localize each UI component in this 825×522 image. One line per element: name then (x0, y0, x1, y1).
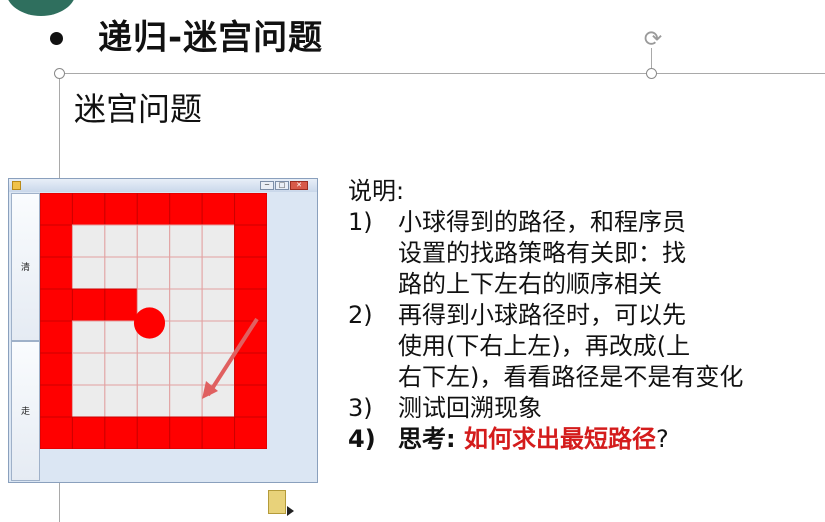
maze-wall-cell (169, 416, 203, 449)
maze-wall-cell (40, 320, 73, 354)
maze-wall-cell (234, 416, 267, 449)
maze-floor-cell (104, 320, 138, 354)
note-number: 4) (348, 425, 376, 453)
maze-app-window[interactable]: ─ □ ✕ 清 走 (8, 178, 318, 483)
walk-button[interactable]: 走 (11, 341, 40, 481)
maze-floor-cell (201, 320, 236, 354)
note-prefix: 思考: (398, 425, 464, 453)
note-line: 路的上下左右的顺序相关 (398, 270, 662, 298)
maze-wall-cell (40, 384, 73, 418)
maze-floor-cell (104, 352, 138, 386)
app-titlebar[interactable]: ─ □ ✕ (9, 179, 317, 192)
app-button-panel: 清 走 (11, 193, 40, 481)
maze-floor-cell (201, 256, 236, 290)
note-text: 再得到小球路径时，可以先 使用(下右上左)，再改成(上 右下左)，看看路径是不是… (398, 300, 743, 393)
note-text: 小球得到的路径，和程序员 设置的找路策略有关即：找 路的上下左右的顺序相关 (398, 207, 686, 300)
maze-wall-cell (71, 193, 106, 226)
note-line: 测试回溯现象 (398, 394, 542, 422)
maze-floor-cell (136, 256, 171, 290)
maze-wall-cell (234, 384, 267, 418)
selection-border-top (58, 73, 825, 74)
maze-wall-cell (71, 288, 106, 322)
java-app-icon (12, 181, 21, 190)
maze-wall-cell (234, 193, 267, 226)
maze-floor-cell (104, 224, 138, 258)
note-number: 1) (348, 208, 373, 236)
maze-wall-cell (71, 416, 106, 449)
maze-wall-cell (40, 352, 73, 386)
maze-wall-cell (234, 224, 267, 258)
maze-floor-cell (169, 320, 203, 354)
note-number: 2) (348, 301, 373, 329)
maze-wall-cell (234, 256, 267, 290)
maze-board (40, 193, 267, 449)
maze-floor-cell (71, 352, 106, 386)
notes-heading: 说明: (348, 177, 405, 205)
note-text: 思考: 如何求出最短路径? (398, 424, 669, 455)
maze-wall-cell (169, 193, 203, 226)
maze-floor-cell (136, 384, 171, 418)
maze-wall-cell (40, 256, 73, 290)
resize-handle-top-left[interactable] (54, 68, 65, 79)
maze-wall-cell (40, 288, 73, 322)
maze-wall-cell (40, 416, 73, 449)
note-highlight: 如何求出最短路径 (463, 425, 656, 453)
note-suffix: ? (655, 425, 669, 453)
maze-floor-cell (71, 256, 106, 290)
note-line: 思考: 如何求出最短路径? (398, 424, 669, 455)
slide-title[interactable]: 递归-迷宫问题 (98, 10, 323, 59)
maze-floor-cell (201, 224, 236, 258)
maze-wall-cell (136, 416, 171, 449)
maze-floor-cell (104, 384, 138, 418)
note-line: 右下左)，看看路径是不是有变化 (398, 363, 744, 391)
maze-floor-cell (104, 256, 138, 290)
maze-ball (133, 307, 166, 339)
maze-floor-cell (71, 384, 106, 418)
maze-floor-cell (169, 384, 203, 418)
note-line: 设置的找路策略有关即：找 (398, 239, 686, 267)
maze-wall-cell (40, 224, 73, 258)
maze-floor-cell (169, 256, 203, 290)
note-text: 测试回溯现象 (398, 393, 542, 424)
folder-icon (268, 490, 286, 514)
maximize-button[interactable]: □ (275, 181, 289, 190)
maze-grid (40, 193, 267, 449)
maze-floor-cell (169, 352, 203, 386)
play-arrow-icon (287, 506, 294, 516)
note-line: 再得到小球路径时，可以先 (398, 301, 686, 329)
maze-floor-cell (169, 288, 203, 322)
slide-subtitle[interactable]: 迷宫问题 (74, 84, 202, 130)
maze-floor-cell (136, 352, 171, 386)
logo (6, 0, 76, 16)
maze-floor-cell (136, 224, 171, 258)
maze-wall-cell (40, 193, 73, 226)
resize-handle-top[interactable] (646, 68, 657, 79)
note-line: 小球得到的路径，和程序员 (398, 208, 686, 236)
maze-wall-cell (234, 288, 267, 322)
rotate-handle-icon[interactable]: ⟳ (641, 28, 665, 52)
note-line: 使用(下右上左)，再改成(上 (398, 332, 691, 360)
maze-floor-cell (71, 224, 106, 258)
maze-wall-cell (201, 416, 236, 449)
bullet-dot (50, 32, 63, 45)
maze-wall-cell (234, 352, 267, 386)
maze-floor-cell (169, 224, 203, 258)
close-button[interactable]: ✕ (290, 181, 308, 190)
maze-floor-cell (71, 320, 106, 354)
maze-wall-cell (104, 193, 138, 226)
maze-wall-cell (104, 288, 138, 322)
maze-wall-cell (201, 193, 236, 226)
minimize-button[interactable]: ─ (260, 181, 274, 190)
maze-floor-cell (201, 288, 236, 322)
clear-button[interactable]: 清 (11, 193, 40, 341)
maze-wall-cell (136, 193, 171, 226)
note-number: 3) (348, 394, 373, 422)
maze-wall-cell (104, 416, 138, 449)
